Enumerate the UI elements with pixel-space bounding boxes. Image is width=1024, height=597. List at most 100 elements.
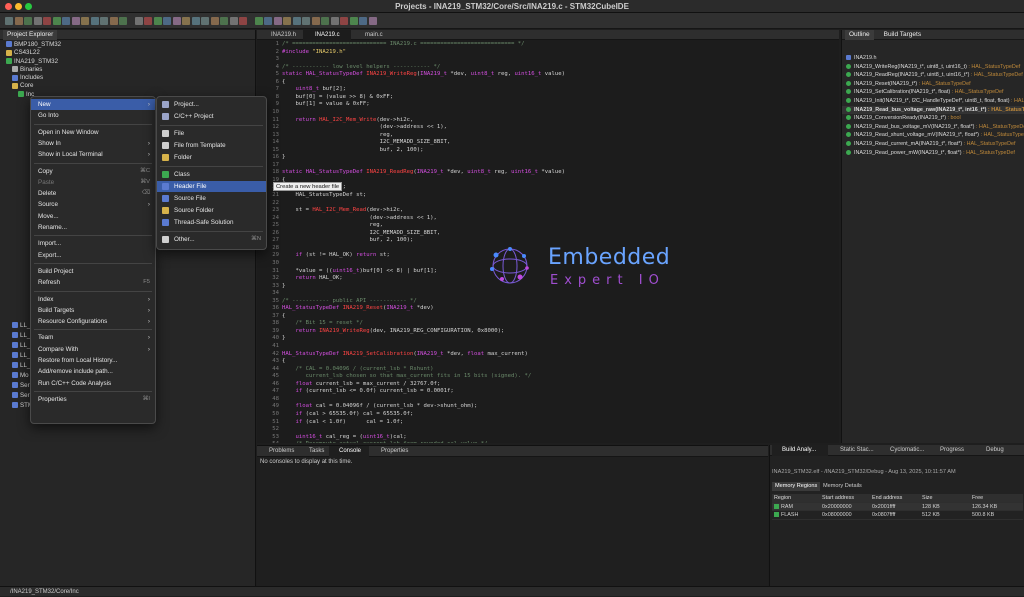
toolbar-button-icon[interactable] [229,17,238,25]
menu-item-add-remove-include-path[interactable]: Add/remove include path... [31,366,155,377]
toolbar-button-icon[interactable] [292,17,301,25]
toolbar-button-icon[interactable] [100,17,108,25]
toolbar-button-icon[interactable] [109,17,118,25]
toolbar-button-icon[interactable] [191,17,200,25]
toolbar-button-icon[interactable] [210,17,219,25]
column-header[interactable]: End address [872,494,902,503]
build-analyzer-tab[interactable]: Static Stac... [830,445,876,456]
submenu-item-file[interactable]: File [157,128,266,139]
toolbar-button-icon[interactable] [254,17,263,25]
toolbar-button-icon[interactable] [220,17,228,25]
menu-item-restore-from-local-history[interactable]: Restore from Local History... [31,355,155,366]
toolbar-button-icon[interactable] [33,17,42,25]
column-header[interactable]: Region [774,494,791,503]
toolbar-button-icon[interactable] [24,17,32,25]
toolbar-button-icon[interactable] [163,17,171,25]
outline-item[interactable]: INA219.h [842,54,1024,63]
toolbar-button-icon[interactable] [182,17,190,25]
toolbar-button-icon[interactable] [144,17,152,25]
tree-item[interactable]: Binaries [0,66,256,74]
toolbar-button-icon[interactable] [14,17,23,25]
outline-item[interactable]: INA219_Init(INA219_t*, I2C_HandleTypeDef… [842,97,1024,106]
tree-item[interactable]: LL_ [12,322,30,330]
memory-region-row[interactable]: RAM 0x20000000 0x2001ffff 128 KB 126.34 KB [772,502,1023,511]
toolbar-button-icon[interactable] [239,17,247,25]
tree-item[interactable]: LL_ [12,352,30,360]
toolbar-button-icon[interactable] [283,17,291,25]
menu-item-refresh[interactable]: Refresh F5 [31,277,155,288]
toolbar-button-icon[interactable] [264,17,272,25]
toolbar-button-icon[interactable] [330,17,339,25]
menu-item-source[interactable]: Source › [31,199,155,210]
menu-item-show-in-local-terminal[interactable]: Show in Local Terminal › [31,149,155,160]
toolbar-button-icon[interactable] [311,17,320,25]
bottom-tab[interactable]: Problems [259,446,297,457]
submenu-item-project[interactable]: Project... [157,99,266,110]
tree-item[interactable]: LL_ [12,342,30,350]
menu-item-move[interactable]: Move... [31,211,155,222]
outline-item[interactable]: INA219_Read_current_mA(INA219_t*, float*… [842,140,1024,149]
toolbar-button-icon[interactable] [43,17,51,25]
toolbar-button-icon[interactable] [62,17,70,25]
bottom-tab[interactable]: Console [329,446,369,457]
toolbar-button-icon[interactable] [81,17,89,25]
outline-tab[interactable]: Build Targets [880,30,925,40]
tree-item[interactable]: LL_ [12,332,30,340]
toolbar-button-icon[interactable] [172,17,181,25]
menu-item-team[interactable]: Team › [31,332,155,343]
column-header[interactable]: Size [922,494,933,503]
tree-item[interactable]: BMP180_STM32 [0,41,256,49]
outline-item[interactable]: INA219_Reset(INA219_t*) : HAL_StatusType… [842,80,1024,89]
tree-item[interactable]: Includes [0,74,256,82]
tree-item[interactable]: Ser [12,392,30,400]
toolbar-button-icon[interactable] [349,17,358,25]
editor-tab[interactable]: INA219.c [303,30,351,40]
outline-item[interactable]: INA219_Read_bus_voltage_raw(INA219_t*, i… [842,105,1024,115]
toolbar-button-icon[interactable] [201,17,209,25]
menu-item-import[interactable]: Import... [31,238,155,249]
outline-item[interactable]: INA219_WriteReg(INA219_t*, uint8_t, uint… [842,63,1024,72]
menu-item-go-into[interactable]: Go Into [31,110,155,121]
toolbar-button-icon[interactable] [90,17,99,25]
menu-item-build-project[interactable]: Build Project [31,266,155,277]
editor-tab[interactable]: INA219.h [259,30,301,40]
toolbar-button-icon[interactable] [368,17,377,25]
submenu-item-file-from-template[interactable]: File from Template [157,140,266,151]
menu-item-index[interactable]: Index › [31,294,155,305]
outline-item[interactable]: INA219_SetCalibration(INA219_t*, float) … [842,88,1024,97]
toolbar-button-icon[interactable] [134,17,143,25]
build-analyzer-tab[interactable]: Progress [930,445,976,456]
toolbar-button-icon[interactable] [71,17,80,25]
menu-item-run-c-c-code-analysis[interactable]: Run C/C++ Code Analysis [31,378,155,389]
tree-item[interactable]: CS43L22 [0,49,256,57]
submenu-item-thread-safe-solution[interactable]: Thread-Safe Solution [157,217,266,228]
editor-tab[interactable]: main.c [353,30,395,40]
toolbar-button-icon[interactable] [321,17,329,25]
outline-tab[interactable]: Outline [845,30,874,40]
submenu-item-c-c-project[interactable]: C/C++ Project [157,111,266,122]
outline-item[interactable]: INA219_Read_bus_voltage_mV(INA219_t*, fl… [842,123,1024,132]
menu-item-properties[interactable]: Properties ⌘I [31,394,155,405]
menu-item-delete[interactable]: Delete ⌫ [31,188,155,199]
toolbar-button-icon[interactable] [273,17,282,25]
memory-tab[interactable]: Memory Details [820,482,865,491]
tree-item[interactable]: LL_ [12,362,30,370]
build-analyzer-tab[interactable]: Debug [976,445,1022,456]
build-analyzer-tab[interactable]: Cyclomatic... [880,445,926,456]
memory-tab[interactable]: Memory Regions [772,482,821,491]
toolbar-button-icon[interactable] [5,17,13,25]
tree-item[interactable]: Ser [12,382,30,390]
menu-item-open-in-new-window[interactable]: Open in New Window [31,127,155,138]
menu-item-compare-with[interactable]: Compare With › [31,344,155,355]
outline-item[interactable]: INA219_Read_power_mW(INA219_t*, float*) … [842,149,1024,158]
column-header[interactable]: Free [972,494,983,503]
column-header[interactable]: Start address [822,494,854,503]
outline-item[interactable]: INA219_Read_shunt_voltage_mV(INA219_t*, … [842,131,1024,140]
memory-region-row[interactable]: FLASH 0x08000000 0x0807ffff 512 KB 500.8 KB [772,511,1023,520]
menu-item-new[interactable]: New › [31,99,155,110]
menu-item-resource-configurations[interactable]: Resource Configurations › [31,316,155,327]
bottom-tab[interactable]: Tasks [299,446,327,457]
submenu-item-source-folder[interactable]: Source Folder [157,205,266,216]
tree-item[interactable]: Mo [12,372,29,380]
submenu-item-other[interactable]: Other... ⌘N [157,234,266,245]
